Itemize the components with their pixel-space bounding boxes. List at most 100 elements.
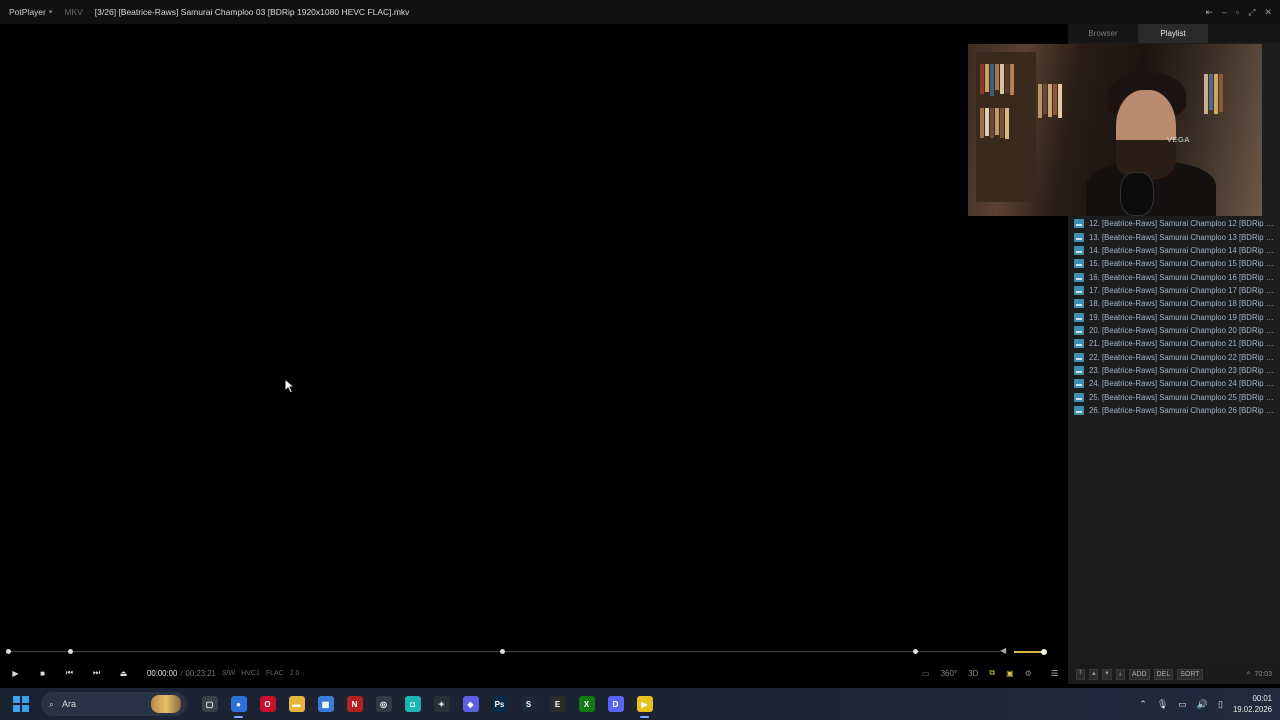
playlist-item[interactable]: 17. [Beatrice-Raws] Samurai Champloo 17 … <box>1068 284 1280 297</box>
video-file-icon <box>1074 365 1084 375</box>
eject-icon[interactable]: ⏏ <box>110 669 137 678</box>
discord-taskbar-button[interactable]: D <box>601 688 630 720</box>
playlist-item[interactable]: 14. [Beatrice-Raws] Samurai Champloo 14 … <box>1068 244 1280 257</box>
video-file-icon <box>1074 352 1084 362</box>
battery-icon[interactable]: ▯ <box>1218 699 1223 710</box>
file-explorer-taskbar-button[interactable]: ▢ <box>195 688 224 720</box>
playlist-item[interactable]: 21. [Beatrice-Raws] Samurai Champloo 21 … <box>1068 337 1280 350</box>
seek-bar[interactable] <box>0 644 1068 658</box>
move-bottom-icon[interactable]: ⤓ <box>1115 668 1125 680</box>
playlist-item[interactable]: 18. [Beatrice-Raws] Samurai Champloo 18 … <box>1068 297 1280 310</box>
playlist-item-label: 26. [Beatrice-Raws] Samurai Champloo 26 … <box>1089 405 1275 415</box>
playlist-item-label: 17. [Beatrice-Raws] Samurai Champloo 17 … <box>1089 285 1275 295</box>
potplayer-taskbar-button[interactable]: ▶ <box>630 688 659 720</box>
3d-button[interactable]: 3D <box>968 669 978 678</box>
close-icon[interactable]: ✕ <box>1264 7 1272 18</box>
playlist-item[interactable]: 15. [Beatrice-Raws] Samurai Champloo 15 … <box>1068 257 1280 270</box>
move-up-icon[interactable]: ▲ <box>1089 668 1099 680</box>
app-menu-button[interactable]: PotPlayer ▾ <box>0 7 52 17</box>
system-tray: ⌃ 🎙 ▭ 🔊 ▯ 00:01 19.02.2026 <box>1139 688 1272 720</box>
subtitle-icon[interactable]: ▣ <box>1006 669 1014 678</box>
chapter-marker[interactable] <box>68 649 73 654</box>
davinci-icon: ✦ <box>433 696 450 712</box>
next-icon[interactable]: ⏭ <box>83 668 110 678</box>
stop-icon[interactable]: ■ <box>29 669 56 678</box>
playlist-item[interactable]: 23. [Beatrice-Raws] Samurai Champloo 23 … <box>1068 364 1280 377</box>
seek-position-handle[interactable] <box>6 649 11 654</box>
badge-video-codec[interactable]: HVC1 <box>241 670 260 677</box>
taskbar-search[interactable]: ⌕ Ara <box>41 692 187 716</box>
clock-date: 19.02.2026 <box>1232 705 1272 714</box>
volume-slider[interactable]: ◀ <box>1000 646 1060 656</box>
fullscreen-icon[interactable]: ⤢ <box>1248 7 1255 18</box>
obs-taskbar-button[interactable]: ◎ <box>369 688 398 720</box>
tab-playlist[interactable]: Playlist <box>1138 24 1208 43</box>
search-highlight-image <box>151 695 181 713</box>
playlist-item-label: 14. [Beatrice-Raws] Samurai Champloo 14 … <box>1089 245 1275 255</box>
search-icon[interactable]: ⌕ <box>1247 670 1251 678</box>
network-icon[interactable]: ▭ <box>1178 699 1187 710</box>
playlist-item[interactable]: 16. [Beatrice-Raws] Samurai Champloo 16 … <box>1068 270 1280 283</box>
speaker-icon[interactable]: ◀ <box>1000 646 1006 655</box>
chevron-down-icon: ▾ <box>48 9 53 16</box>
microphone <box>1120 172 1154 216</box>
capture-icon[interactable]: ⧉ <box>989 668 995 678</box>
playlist-item[interactable]: 22. [Beatrice-Raws] Samurai Champloo 22 … <box>1068 350 1280 363</box>
play-icon[interactable]: ▶ <box>2 669 29 678</box>
badge-audio-codec[interactable]: FLAC <box>266 670 284 677</box>
folder-taskbar-button[interactable]: ▬ <box>282 688 311 720</box>
xbox-taskbar-button[interactable]: X <box>572 688 601 720</box>
paint-taskbar-button[interactable]: ◆ <box>456 688 485 720</box>
volume-icon[interactable]: 🔊 <box>1197 699 1208 710</box>
playlist-item[interactable]: 19. [Beatrice-Raws] Samurai Champloo 19 … <box>1068 310 1280 323</box>
menu-icon[interactable]: ☰ <box>1051 669 1058 678</box>
badge-sw[interactable]: S/W <box>222 670 235 677</box>
badge-channels[interactable]: 2.0 <box>290 670 300 677</box>
settings-icon[interactable]: ⚙ <box>1025 669 1032 678</box>
store-taskbar-button[interactable]: ▦ <box>311 688 340 720</box>
previous-icon[interactable]: ⏮ <box>56 668 83 678</box>
vr-360-button[interactable]: 360° <box>941 669 958 678</box>
playlist-item-label: 13. [Beatrice-Raws] Samurai Champloo 13 … <box>1089 232 1275 242</box>
playlist-item[interactable]: 20. [Beatrice-Raws] Samurai Champloo 20 … <box>1068 324 1280 337</box>
chapter-marker[interactable] <box>500 649 505 654</box>
right-controls: ▭ 360° 3D ⧉ ▣ ⚙ ☰ <box>922 660 1058 686</box>
move-top-icon[interactable]: ⤒ <box>1076 668 1086 680</box>
windows-start-icon[interactable] <box>13 696 29 712</box>
chapter-marker[interactable] <box>913 649 918 654</box>
photoshop-taskbar-button[interactable]: Ps <box>485 688 514 720</box>
tab-browser[interactable]: Browser <box>1068 24 1138 43</box>
playlist-item[interactable]: 25. [Beatrice-Raws] Samurai Champloo 25 … <box>1068 390 1280 403</box>
chevron-up-icon[interactable]: ⌃ <box>1139 699 1147 710</box>
delete-button[interactable]: DEL <box>1153 668 1174 680</box>
sort-button[interactable]: SORT <box>1177 668 1203 680</box>
opera-taskbar-button[interactable]: O <box>253 688 282 720</box>
epic-taskbar-button[interactable]: E <box>543 688 572 720</box>
playlist-item[interactable]: 26. [Beatrice-Raws] Samurai Champloo 26 … <box>1068 404 1280 417</box>
screen-icon[interactable]: ▭ <box>922 669 930 678</box>
clock[interactable]: 00:01 19.02.2026 <box>1233 693 1272 715</box>
pin-icon[interactable]: ⇤ <box>1205 7 1213 18</box>
playlist-item[interactable]: 24. [Beatrice-Raws] Samurai Champloo 24 … <box>1068 377 1280 390</box>
volume-track[interactable] <box>1014 651 1044 653</box>
steam-icon: S <box>520 696 537 712</box>
app-teal-taskbar-button[interactable]: ◘ <box>398 688 427 720</box>
add-button[interactable]: ADD <box>1128 668 1150 680</box>
playlist-item[interactable]: 12. [Beatrice-Raws] Samurai Champloo 12 … <box>1068 217 1280 230</box>
playlist-item[interactable]: 13. [Beatrice-Raws] Samurai Champloo 13 … <box>1068 230 1280 243</box>
news-taskbar-button[interactable]: N <box>340 688 369 720</box>
video-area[interactable] <box>0 24 1068 644</box>
playlist: 12. [Beatrice-Raws] Samurai Champloo 12 … <box>1068 217 1280 417</box>
steam-taskbar-button[interactable]: S <box>514 688 543 720</box>
playlist-item-label: 25. [Beatrice-Raws] Samurai Champloo 25 … <box>1089 392 1275 402</box>
microphone-icon[interactable]: 🎙 <box>1157 699 1168 710</box>
video-file-icon <box>1074 392 1084 402</box>
restore-icon[interactable]: ▫ <box>1236 7 1239 17</box>
playlist-item-label: 12. [Beatrice-Raws] Samurai Champloo 12 … <box>1089 219 1275 229</box>
minimize-icon[interactable]: – <box>1222 7 1227 17</box>
window-title: [3/26] [Beatrice-Raws] Samurai Champloo … <box>94 7 410 17</box>
davinci-taskbar-button[interactable]: ✦ <box>427 688 456 720</box>
move-down-icon[interactable]: ▼ <box>1102 668 1112 680</box>
chrome-taskbar-button[interactable]: ● <box>224 688 253 720</box>
volume-handle[interactable] <box>1041 649 1047 655</box>
